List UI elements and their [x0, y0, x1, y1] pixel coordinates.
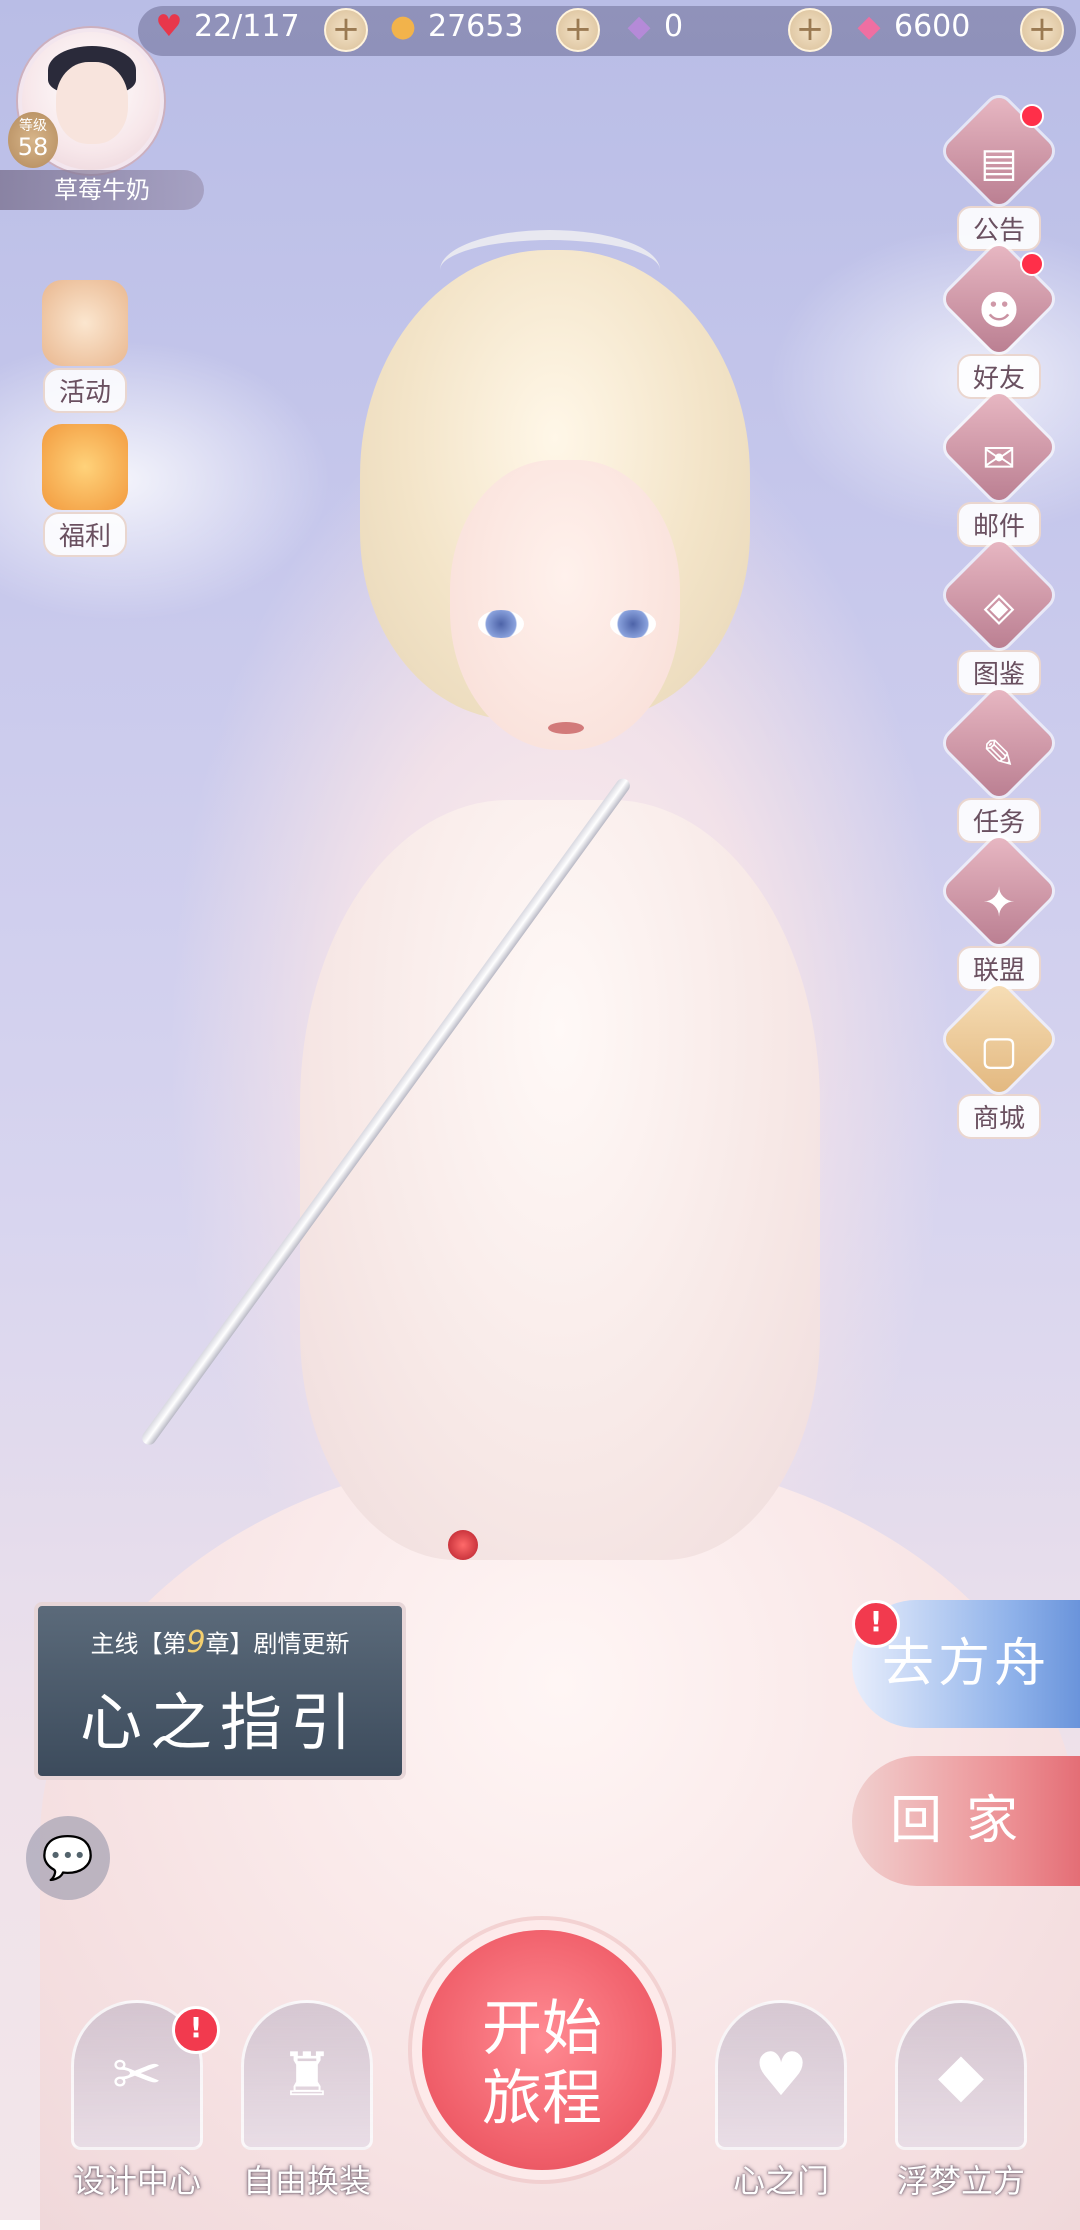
mail-label: 邮件	[956, 502, 1041, 547]
pink-diamond-counter: ◆ 6600	[852, 6, 970, 46]
menu-mail[interactable]: ✉ 邮件	[938, 389, 1060, 547]
story-prefix: 主线【第	[90, 1630, 187, 1658]
pink-diamond-value: 6600	[894, 8, 971, 44]
story-update-line: 主线【第9章】剧情更新	[38, 1624, 402, 1660]
character-body	[300, 800, 820, 1560]
hourglass-event-icon	[42, 280, 128, 366]
friends-label: 好友	[956, 354, 1041, 399]
coin-counter: ● 27653	[386, 6, 524, 46]
menu-friends[interactable]: ☻ 好友	[938, 241, 1060, 399]
free-dressing-label: 自由换装	[242, 2162, 371, 2200]
menu-alliance[interactable]: ✦ 联盟	[938, 833, 1060, 991]
story-title: 心之指引	[79, 1686, 360, 1759]
notice-board-icon: ▤	[980, 140, 1018, 186]
player-name[interactable]: 草莓牛奶	[0, 170, 204, 210]
level-label: 等级	[19, 118, 47, 134]
story-suffix: 章】剧情更新	[205, 1630, 350, 1658]
notice-alert-dot	[1020, 104, 1044, 128]
pink-diamond-icon: ◆	[857, 8, 881, 44]
add-coins-button[interactable]: +	[556, 8, 600, 52]
dream-cube-icon: ◆	[895, 2000, 1027, 2150]
stamina-counter: ♥ 22/117	[152, 6, 300, 46]
nav-heart-gate[interactable]: ♥ 心之门	[706, 2000, 856, 2202]
character-right-eye	[610, 610, 656, 638]
ark-alert-icon: !	[852, 1600, 900, 1648]
heart-icon: ♥	[155, 8, 183, 44]
cat-coin-icon: ●	[389, 8, 417, 44]
events-button[interactable]: 活动	[30, 280, 140, 413]
character-tiara	[440, 230, 660, 310]
friends-alert-dot	[1020, 252, 1044, 276]
menu-shop[interactable]: ▢ 商城	[938, 981, 1060, 1139]
collection-book-icon: ◈	[983, 584, 1015, 630]
diamond-value: 0	[664, 8, 684, 44]
avatar-face	[56, 62, 128, 144]
start-line-2: 旅程	[482, 2064, 602, 2134]
friend-icon: ☻	[978, 288, 1020, 334]
main-story-banner[interactable]: 主线【第9章】剧情更新 心之指引	[34, 1602, 406, 1780]
dream-cube-label: 浮梦立方	[896, 2162, 1025, 2200]
wardrobe-icon: ♜	[241, 2000, 373, 2150]
character-face	[450, 460, 680, 750]
menu-collection[interactable]: ◈ 图鉴	[938, 537, 1060, 695]
add-stamina-button[interactable]: +	[324, 8, 368, 52]
benefits-button[interactable]: 福利	[30, 424, 140, 557]
nav-free-dressing[interactable]: ♜ 自由换装	[232, 2000, 382, 2202]
benefits-label: 福利	[42, 512, 127, 557]
coin-value: 27653	[428, 8, 524, 44]
add-diamonds-button[interactable]: +	[788, 8, 832, 52]
design-center-label: 设计中心	[72, 2162, 201, 2200]
alliance-label: 联盟	[956, 946, 1041, 991]
wand-gem	[448, 1530, 478, 1560]
shop-bag-icon: ▢	[980, 1028, 1018, 1074]
shop-label: 商城	[956, 1094, 1041, 1139]
add-pink-diamonds-button[interactable]: +	[1020, 8, 1064, 52]
character-left-eye	[478, 610, 524, 638]
quests-label: 任务	[956, 798, 1041, 843]
go-home-button[interactable]: 回家	[852, 1756, 1080, 1886]
stamina-value: 22/117	[194, 8, 300, 44]
menu-quests[interactable]: ✎ 任务	[938, 685, 1060, 843]
design-center-alert-icon: !	[172, 2006, 220, 2054]
gift-box-icon	[42, 424, 128, 510]
level-number: 58	[17, 133, 49, 161]
nav-dream-cube[interactable]: ◆ 浮梦立方	[886, 2000, 1036, 2202]
story-chapter-number: 9	[186, 1625, 206, 1660]
collection-label: 图鉴	[956, 650, 1041, 695]
events-label: 活动	[42, 368, 127, 413]
quest-icon: ✎	[982, 732, 1016, 778]
purple-diamond-icon: ◆	[627, 8, 651, 44]
character-lips	[548, 722, 584, 734]
heart-gate-icon: ♥	[715, 2000, 847, 2150]
chat-bubble-icon[interactable]: 💬	[26, 1816, 110, 1900]
level-badge: 等级 58	[8, 112, 58, 168]
menu-notice[interactable]: ▤ 公告	[938, 93, 1060, 251]
start-journey-button[interactable]: 开始 旅程	[422, 1930, 662, 2170]
alliance-icon: ✦	[982, 880, 1016, 926]
heart-gate-label: 心之门	[732, 2162, 829, 2200]
notice-label: 公告	[956, 206, 1041, 251]
diamond-counter: ◆ 0	[622, 6, 683, 46]
mail-icon: ✉	[982, 436, 1016, 482]
